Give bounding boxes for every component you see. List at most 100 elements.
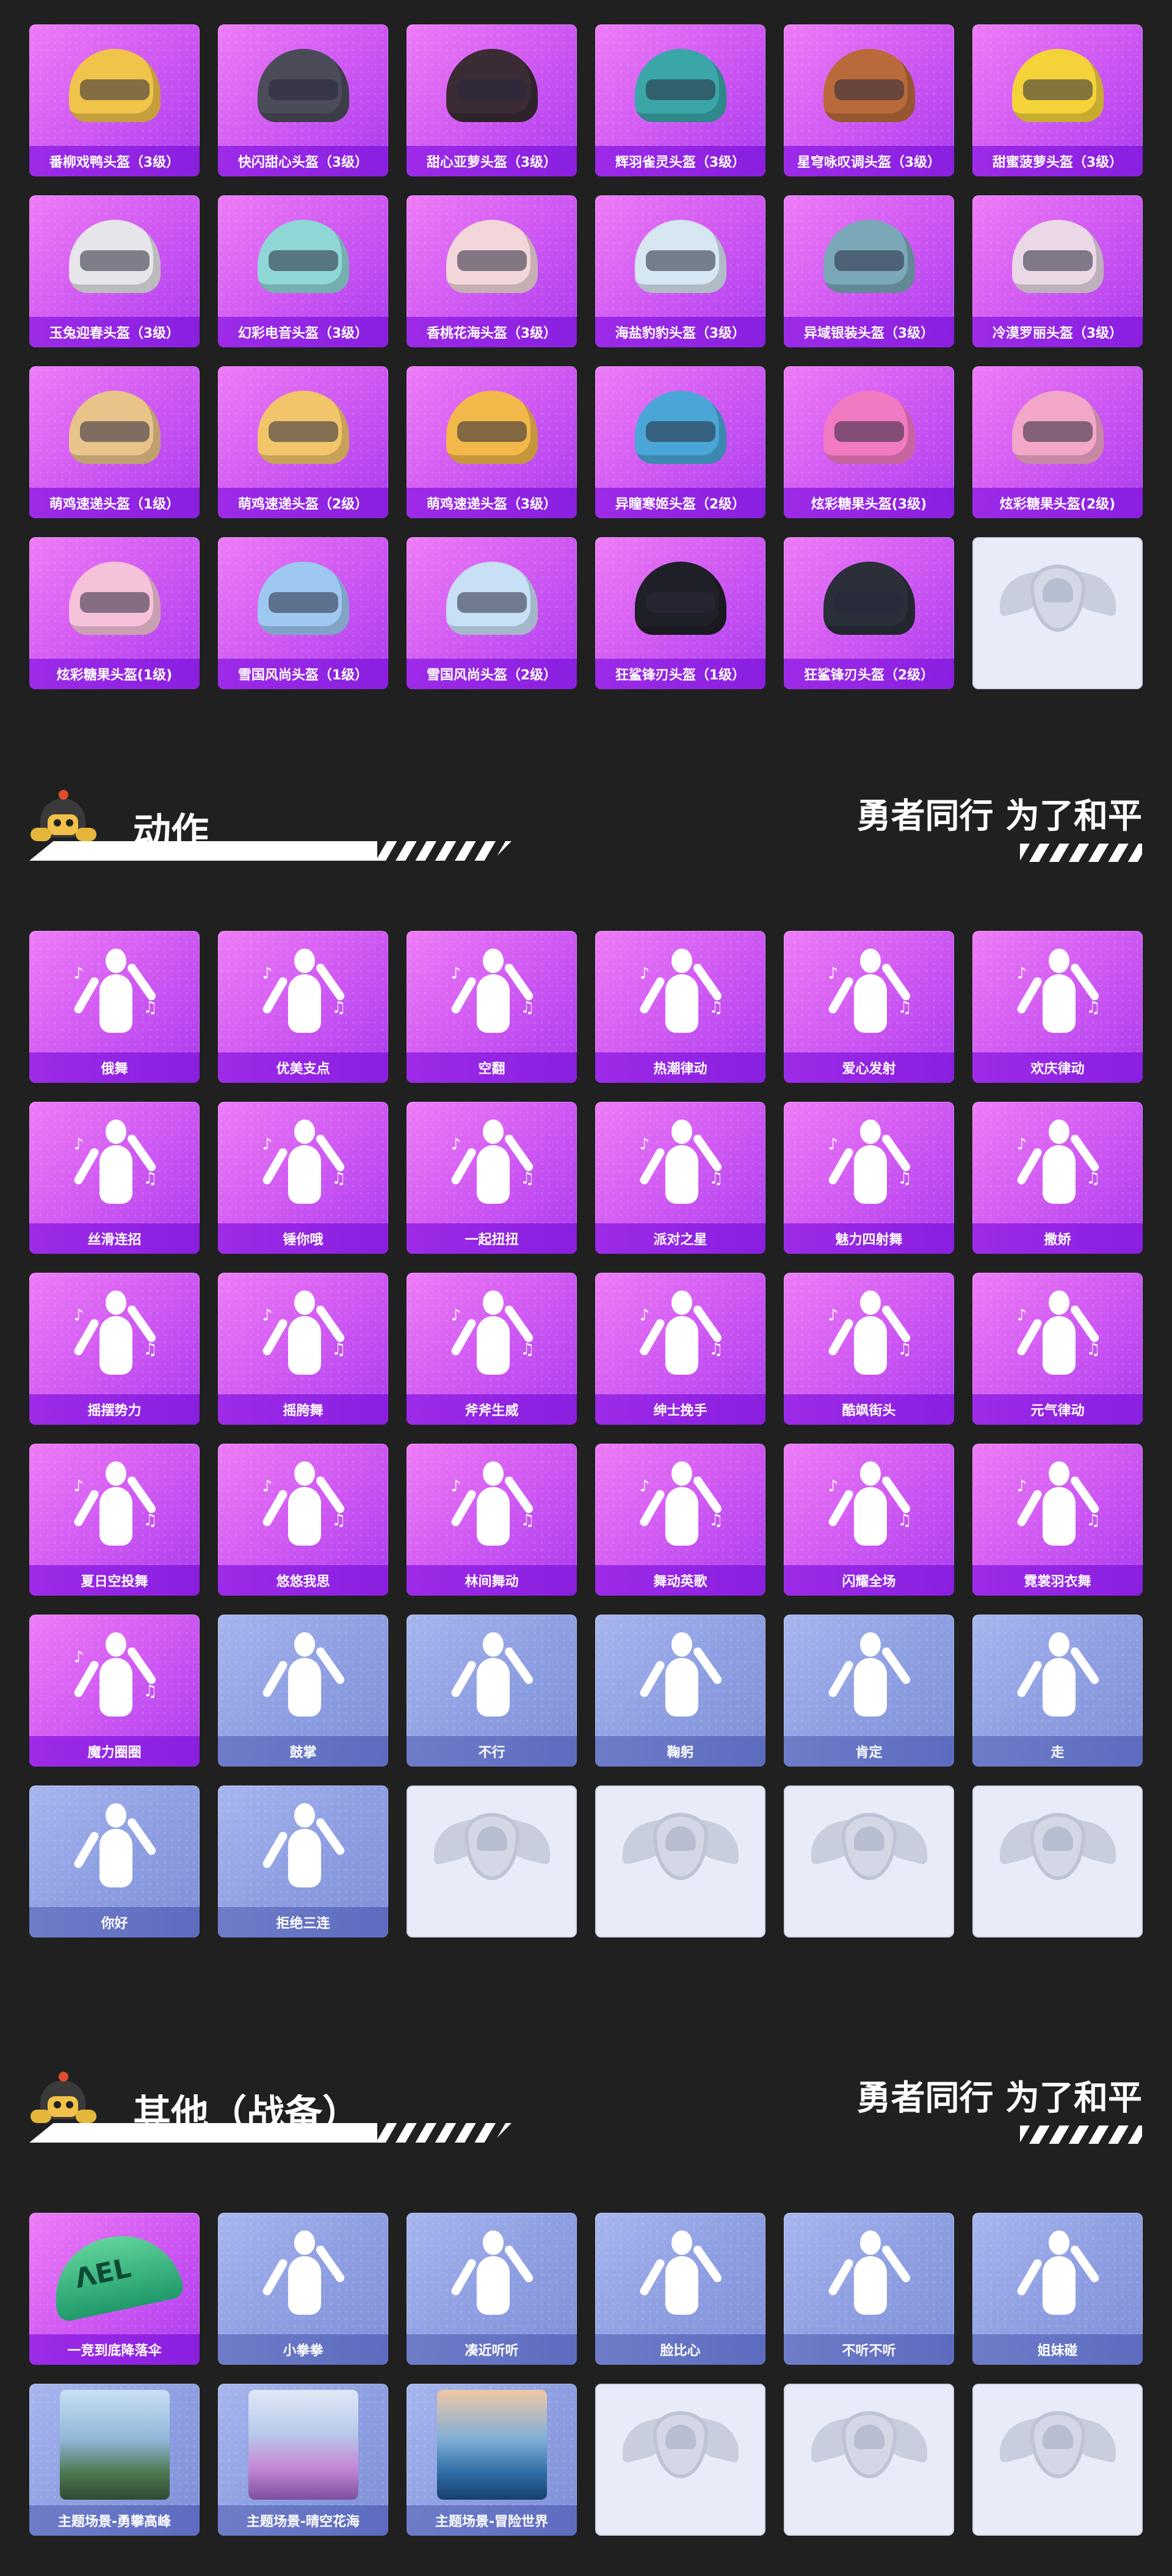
- frost-helmet-icon: [634, 390, 726, 464]
- item-card[interactable]: 萌鸡速递头盔（2级）: [218, 366, 388, 518]
- item-card[interactable]: ♪ ♫ 绅士挽手: [595, 1273, 765, 1425]
- item-card[interactable]: 甜心亚萝头盔（3级）: [407, 24, 577, 176]
- item-label: 热潮律动: [595, 1052, 765, 1083]
- item-card[interactable]: ΛΕL 一竞到底降落伞: [29, 2213, 200, 2365]
- music-note-icon: ♪: [828, 1306, 839, 1325]
- item-card[interactable]: 鞠躬: [595, 1615, 765, 1767]
- dance-figure-icon: ♪ ♫: [446, 1111, 538, 1215]
- item-card[interactable]: ♪ ♫ 热潮律动: [595, 931, 765, 1083]
- item-card[interactable]: 拒绝三连: [218, 1785, 388, 1937]
- candy-helmet-2-icon: [1011, 390, 1104, 464]
- item-card[interactable]: 冷漠罗丽头盔（3级）: [972, 195, 1143, 347]
- item-card[interactable]: 不听不听: [784, 2213, 954, 2365]
- item-card[interactable]: ♪ ♫ 锤你哦: [218, 1102, 388, 1254]
- other-grid: ΛΕL 一竞到底降落伞 小拳拳 凑近听听 脸比心 不听不听 姐妹碰 主题场景-勇攀高峰 主题场景…: [29, 2213, 1143, 2536]
- pubg-emblem-icon: [999, 552, 1116, 644]
- item-card[interactable]: 狂鲨锋刃头盔（2级）: [784, 537, 954, 689]
- item-card[interactable]: ♪ ♫ 舞动英歌: [595, 1444, 765, 1596]
- item-card[interactable]: 玉兔迎春头盔（3级）: [29, 195, 200, 347]
- item-card[interactable]: 炫彩糖果头盔(1级): [29, 537, 200, 689]
- item-card[interactable]: ♪ ♫ 派对之星: [595, 1102, 765, 1254]
- item-card[interactable]: ♪ ♫ 闪耀全场: [784, 1444, 954, 1596]
- item-card[interactable]: 幻彩电音头盔（3级）: [218, 195, 388, 347]
- item-card[interactable]: 香桃花海头盔（3级）: [407, 195, 577, 347]
- item-card[interactable]: ♪ ♫ 斧斧生威: [407, 1273, 577, 1425]
- item-card[interactable]: ♪ ♫ 爱心发射: [784, 931, 954, 1083]
- item-card[interactable]: 肯定: [784, 1615, 954, 1767]
- item-card[interactable]: ♪ ♫ 林间舞动: [407, 1444, 577, 1596]
- item-label: 摇摆势力: [29, 1394, 200, 1425]
- item-card[interactable]: ♪ ♫ 魅力四射舞: [784, 1102, 954, 1254]
- dance-figure-icon: ♪ ♫: [69, 1624, 161, 1728]
- dance-figure-icon: ♪ ♫: [823, 1282, 915, 1386]
- item-card[interactable]: ♪ ♫ 酷飒街头: [784, 1273, 954, 1425]
- leopard-helmet-icon: [634, 219, 726, 293]
- music-note-icon: ♫: [1086, 1511, 1101, 1530]
- item-card[interactable]: ♪ ♫ 欢庆律动: [972, 931, 1143, 1083]
- item-card[interactable]: ♪ ♫ 悠悠我思: [218, 1444, 388, 1596]
- music-note-icon: ♪: [639, 1477, 650, 1496]
- music-note-icon: ♪: [450, 1306, 461, 1325]
- peach-flower-helmet-icon: [446, 219, 538, 293]
- item-card[interactable]: 主题场景-勇攀高峰: [29, 2384, 200, 2536]
- music-note-icon: ♪: [1016, 1477, 1027, 1496]
- item-card[interactable]: 海盐豹豹头盔（3级）: [595, 195, 765, 347]
- item-card[interactable]: ♪ ♫ 一起扭扭: [407, 1102, 577, 1254]
- item-card[interactable]: ♪ ♫ 元气律动: [972, 1273, 1143, 1425]
- item-card[interactable]: ♪ ♫ 摇摆势力: [29, 1273, 200, 1425]
- dance-figure-icon: ♪ ♫: [446, 1282, 538, 1386]
- empty-slot: [595, 2384, 765, 2536]
- dance-figure-icon: ♪ ♫: [635, 1111, 726, 1215]
- item-card[interactable]: 异域银装头盔（3级）: [784, 195, 954, 347]
- item-card[interactable]: 甜蜜菠萝头盔（3级）: [972, 24, 1143, 176]
- item-label: 走: [972, 1736, 1143, 1767]
- item-card[interactable]: 雪国风尚头盔（2级）: [407, 537, 577, 689]
- item-card[interactable]: ♪ ♫ 俄舞: [29, 931, 200, 1083]
- item-card[interactable]: ♪ ♫ 丝滑连招: [29, 1102, 200, 1254]
- item-card[interactable]: 快闪甜心头盔（3级）: [218, 24, 388, 176]
- music-note-icon: ♪: [450, 964, 461, 983]
- item-card[interactable]: 炫彩糖果头盔(2级): [972, 366, 1143, 518]
- item-card[interactable]: 姐妹碰: [972, 2213, 1143, 2365]
- item-card[interactable]: 雪国风尚头盔（1级）: [218, 537, 388, 689]
- item-card[interactable]: 小拳拳: [218, 2213, 388, 2365]
- item-card[interactable]: 你好: [29, 1785, 200, 1937]
- item-card[interactable]: 辉羽雀灵头盔（3级）: [595, 24, 765, 176]
- item-card[interactable]: 不行: [407, 1615, 577, 1767]
- item-label: 玉兔迎春头盔（3级）: [29, 317, 200, 347]
- item-card[interactable]: ♪ ♫ 魔力圈圈: [29, 1615, 200, 1767]
- pose-figure-icon: [823, 2222, 915, 2326]
- item-label: 拒绝三连: [218, 1907, 388, 1937]
- item-card[interactable]: ♪ ♫ 优美支点: [218, 931, 388, 1083]
- item-card[interactable]: 脸比心: [595, 2213, 765, 2365]
- music-note-icon: ♪: [262, 1135, 273, 1154]
- music-note-icon: ♪: [450, 1477, 461, 1496]
- item-label: 元气律动: [972, 1394, 1143, 1425]
- item-card[interactable]: ♪ ♫ 撒娇: [972, 1102, 1143, 1254]
- music-note-icon: ♫: [1086, 998, 1101, 1017]
- item-card[interactable]: 萌鸡速递头盔（1级）: [29, 366, 200, 518]
- item-card[interactable]: 主题场景-晴空花海: [218, 2384, 388, 2536]
- candy-helmet-1-icon: [68, 561, 161, 635]
- bow-icon: [635, 1624, 726, 1728]
- duck-helmet-icon: [68, 48, 161, 122]
- pose-figure-icon: [258, 2222, 349, 2326]
- item-card[interactable]: 炫彩糖果头盔(3级): [784, 366, 954, 518]
- item-card[interactable]: 萌鸡速递头盔（3级）: [407, 366, 577, 518]
- item-label: 林间舞动: [407, 1565, 577, 1596]
- item-card[interactable]: 鼓掌: [218, 1615, 388, 1767]
- item-card[interactable]: 星穹咏叹调头盔（3级）: [784, 24, 954, 176]
- music-note-icon: ♫: [897, 1169, 912, 1188]
- item-card[interactable]: 走: [972, 1615, 1143, 1767]
- item-card[interactable]: 主题场景-冒险世界: [407, 2384, 577, 2536]
- item-card[interactable]: 番柳戏鸭头盔（3级）: [29, 24, 200, 176]
- item-label: 炫彩糖果头盔(3级): [784, 488, 954, 518]
- item-card[interactable]: ♪ ♫ 空翻: [407, 931, 577, 1083]
- item-label: 酷飒街头: [784, 1394, 954, 1425]
- item-card[interactable]: 狂鲨锋刃头盔（1级）: [595, 537, 765, 689]
- item-card[interactable]: ♪ ♫ 霓裳羽衣舞: [972, 1444, 1143, 1596]
- item-card[interactable]: ♪ ♫ 摇胯舞: [218, 1273, 388, 1425]
- item-card[interactable]: 异瞳寒姬头盔（2级）: [595, 366, 765, 518]
- item-card[interactable]: ♪ ♫ 夏日空投舞: [29, 1444, 200, 1596]
- item-card[interactable]: 凑近听听: [407, 2213, 577, 2365]
